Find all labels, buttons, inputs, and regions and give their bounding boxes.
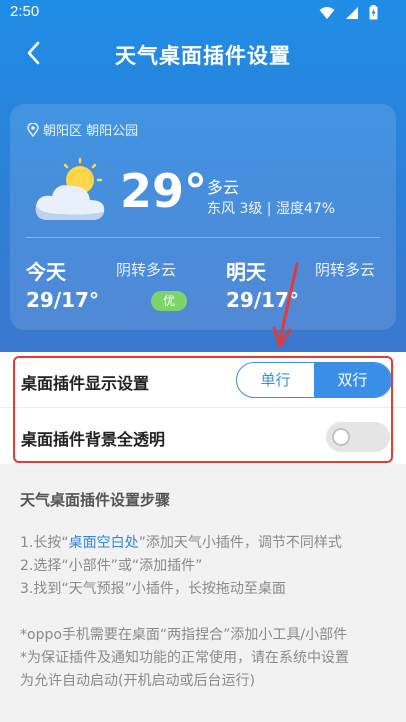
nav-bar: 天气桌面插件设置: [0, 26, 406, 82]
location-pin-icon: [27, 122, 39, 137]
tomorrow-label: 明天: [226, 260, 266, 284]
highlight-text: 桌面空白处: [68, 535, 139, 551]
annotation-highlight-box: [13, 356, 393, 463]
signal-icon: [346, 6, 358, 19]
today-range: 29/17°: [26, 288, 99, 312]
page-title: 天气桌面插件设置: [115, 44, 291, 68]
instructions-title: 天气桌面插件设置步骤: [20, 491, 171, 509]
aqi-badge: 优: [151, 291, 187, 311]
battery-icon: [369, 5, 378, 20]
instruction-note-1: *oppo手机需要在桌面“两指捏合”添加小工具/小部件: [20, 627, 348, 643]
instructions-section: 天气桌面插件设置步骤 1.长按“桌面空白处”添加天气小插件，调节不同样式 2.选…: [0, 466, 406, 722]
tomorrow-desc: 阴转多云: [315, 261, 376, 279]
current-condition: 多云: [207, 178, 240, 197]
instruction-note-3: 为允许自动启动(开机启动或后台运行): [20, 673, 255, 689]
current-temperature: 29°: [120, 164, 208, 218]
today-label: 今天: [26, 260, 66, 284]
today-desc: 阴转多云: [116, 261, 177, 279]
instruction-step-1: 1.长按“桌面空白处”添加天气小插件，调节不同样式: [20, 535, 342, 551]
instruction-step-3: 3.找到“天气预报”小插件，长按拖动至桌面: [20, 581, 286, 597]
status-time: 2:50: [10, 3, 40, 20]
weather-preview-card: 朝阳区 朝阳公园 29° 多云 东风 3级 | 湿度47% 今天 阴转多云 29…: [10, 104, 396, 330]
annotation-arrow-icon: [272, 262, 299, 348]
instruction-step-2: 2.选择“小部件”或“添加插件”: [20, 558, 203, 574]
wind-humidity: 东风 3级 | 湿度47%: [207, 201, 336, 217]
wifi-icon: [319, 6, 335, 19]
header-background: 2:50 天气桌面插件设置 朝阳区 朝阳公园 29° 多云 东风 3级 | 湿度…: [0, 0, 406, 352]
partly-cloudy-icon: [35, 157, 105, 220]
instruction-note-2: *为保证插件及通知功能的正常使用，请在系统中设置: [20, 650, 349, 666]
status-bar: 2:50: [0, 0, 406, 26]
location: 朝阳区 朝阳公园: [27, 120, 138, 139]
location-text: 朝阳区 朝阳公园: [43, 124, 139, 139]
divider: [26, 237, 380, 238]
